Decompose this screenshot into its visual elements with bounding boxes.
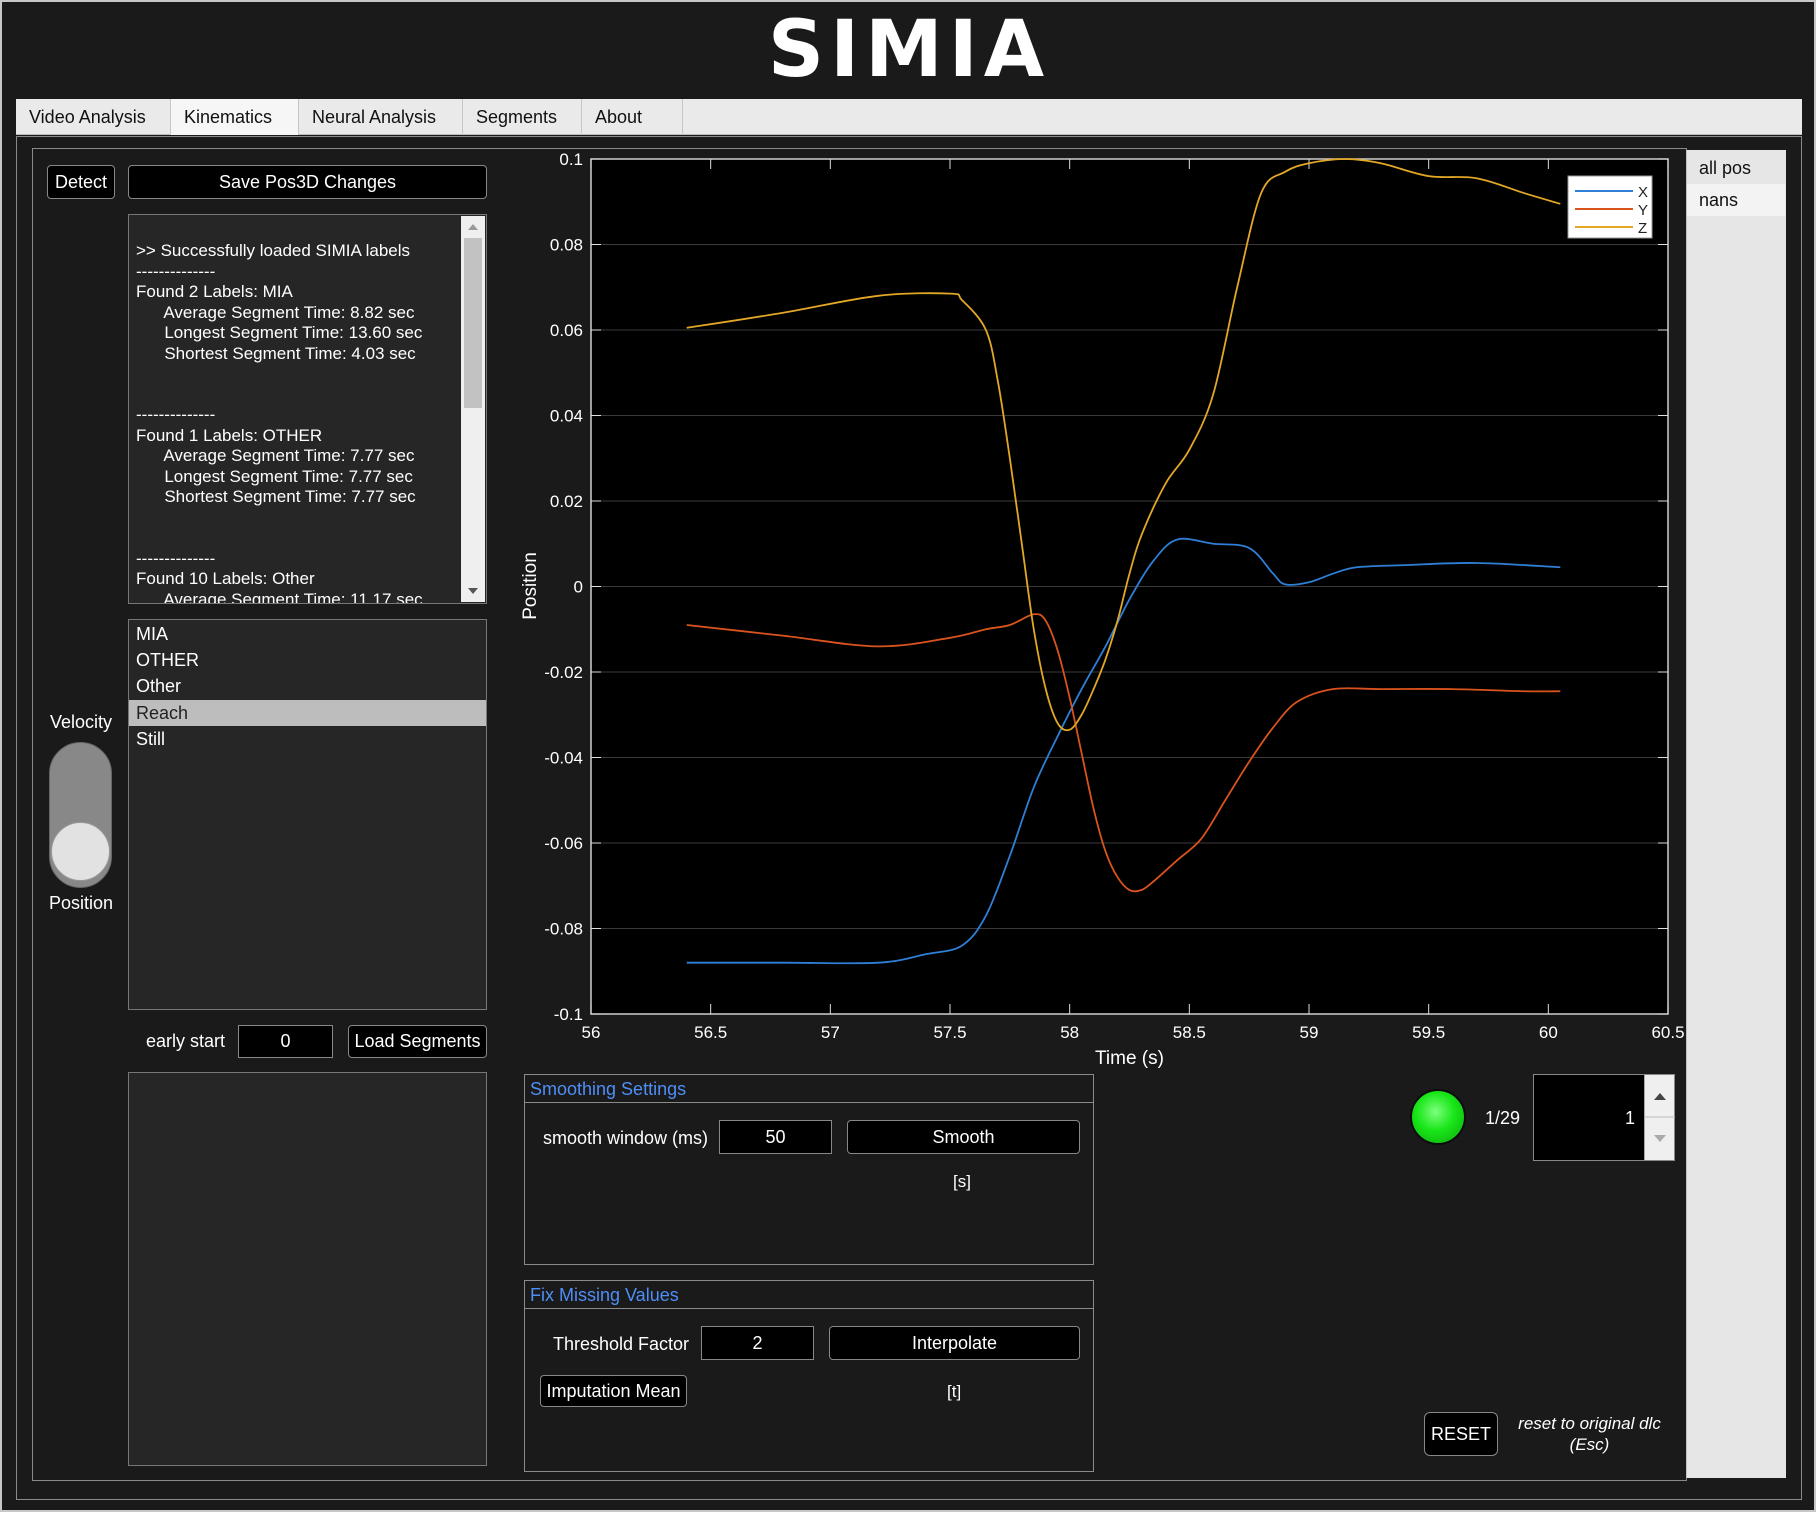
legend-label: Z <box>1638 220 1647 237</box>
tab-kinematics[interactable]: Kinematics <box>171 99 299 135</box>
log-text: >> Successfully loaded SIMIA labels ----… <box>136 241 423 604</box>
reset-note-line1: reset to original dlc <box>1518 1414 1661 1433</box>
y-tick-label: 0.06 <box>550 321 583 340</box>
interpolate-button[interactable]: Interpolate <box>829 1326 1080 1360</box>
legend-label: X <box>1638 184 1648 201</box>
scrollbar-arrows <box>464 224 482 594</box>
x-tick-label: 59 <box>1300 1023 1319 1042</box>
log-scrollbar[interactable] <box>461 216 485 602</box>
trial-counter: 1/29 <box>1485 1108 1521 1128</box>
view-selector-list[interactable]: all pos nans <box>1686 150 1786 1478</box>
y-tick-label: 0.1 <box>559 150 583 169</box>
load-segments-button[interactable]: Load Segments <box>348 1025 487 1058</box>
x-tick-label: 60 <box>1539 1023 1558 1042</box>
tab-video-analysis[interactable]: Video Analysis <box>16 99 171 135</box>
log-output[interactable]: >> Successfully loaded SIMIA labels ----… <box>128 214 487 604</box>
x-tick-label: 57.5 <box>933 1023 966 1042</box>
reset-button[interactable]: RESET <box>1424 1412 1498 1456</box>
scroll-down-icon[interactable] <box>468 588 478 594</box>
label-list[interactable]: MIA OTHER Other Reach Still <box>128 619 487 1010</box>
x-tick-label: 57 <box>821 1023 840 1042</box>
position-chart[interactable]: 0.1 0.08 0.06 0.04 0.02 0 -0.02 -0.04 -0.06 -0.08… <box>515 150 1685 1070</box>
list-item[interactable]: Reach <box>129 700 486 726</box>
smoothing-settings-panel: Smoothing Settings smooth window (ms) 50… <box>524 1074 1094 1265</box>
app-title: SIMIA <box>767 5 1051 95</box>
velocity-label: Velocity <box>50 712 113 732</box>
list-item[interactable]: Other <box>129 673 486 699</box>
spinner-arrows <box>1645 1093 1675 1142</box>
spin-down-icon[interactable] <box>1654 1135 1666 1142</box>
x-tick-label: 56.5 <box>694 1023 727 1042</box>
list-item-nans[interactable]: nans <box>1687 184 1785 216</box>
legend-label: Y <box>1638 202 1648 219</box>
x-tick-label: 58.5 <box>1173 1023 1206 1042</box>
imputation-mean-button[interactable]: Imputation Mean <box>540 1375 687 1407</box>
y-tick-label: 0.04 <box>550 407 583 426</box>
spin-up-icon[interactable] <box>1654 1093 1666 1100</box>
fix-missing-values-panel: Fix Missing Values Threshold Factor 2 In… <box>524 1280 1094 1472</box>
smooth-button[interactable]: Smooth <box>847 1120 1080 1154</box>
segments-list[interactable] <box>128 1072 487 1466</box>
y-axis-label: Position <box>520 552 541 620</box>
list-item-all-pos[interactable]: all pos <box>1687 152 1785 184</box>
scroll-up-icon[interactable] <box>468 224 478 230</box>
spinner-buttons[interactable] <box>1644 1075 1675 1160</box>
y-tick-label: -0.1 <box>554 1005 583 1024</box>
x-tick-label: 56 <box>582 1023 601 1042</box>
y-tick-label: -0.08 <box>544 920 583 939</box>
early-start-label: early start <box>146 1031 226 1051</box>
tab-neural-analysis[interactable]: Neural Analysis <box>299 99 463 135</box>
smooth-window-label: smooth window (ms) <box>543 1128 709 1148</box>
list-item[interactable]: Still <box>129 726 486 752</box>
x-axis-label: Time (s) <box>1095 1048 1164 1069</box>
scroll-thumb[interactable] <box>464 238 482 408</box>
save-pos3d-button[interactable]: Save Pos3D Changes <box>128 165 487 199</box>
threshold-factor-label: Threshold Factor <box>553 1334 690 1354</box>
y-tick-label: -0.02 <box>544 663 583 682</box>
position-label: Position <box>49 893 114 913</box>
y-tick-label: 0 <box>574 578 583 597</box>
x-tick-label: 59.5 <box>1412 1023 1445 1042</box>
x-tick-label: 58 <box>1060 1023 1079 1042</box>
tab-bar: Video Analysis Kinematics Neural Analysi… <box>16 99 1802 135</box>
list-item[interactable]: OTHER <box>129 647 486 673</box>
list-item[interactable]: MIA <box>129 621 486 647</box>
y-tick-label: 0.08 <box>550 236 583 255</box>
toggle-knob[interactable] <box>51 822 110 881</box>
x-tick-label: 60.5 <box>1651 1023 1684 1042</box>
status-lamp <box>1410 1089 1466 1145</box>
tab-segments[interactable]: Segments <box>463 99 582 135</box>
fix-missing-values-title: Fix Missing Values <box>525 1281 1093 1309</box>
detect-button[interactable]: Detect <box>47 165 115 199</box>
smoothing-unit-note: [s] <box>953 1172 971 1191</box>
threshold-factor-input[interactable]: 2 <box>701 1326 814 1360</box>
y-tick-label: 0.02 <box>550 492 583 511</box>
y-tick-label: -0.04 <box>544 749 583 768</box>
fix-missing-note: [t] <box>947 1382 962 1401</box>
reset-note-line2: (Esc) <box>1569 1435 1610 1454</box>
chart-legend: XYZ <box>1567 175 1653 239</box>
smoothing-settings-title: Smoothing Settings <box>525 1075 1093 1103</box>
smooth-window-input[interactable]: 50 <box>719 1120 832 1154</box>
early-start-input[interactable]: 0 <box>238 1025 333 1058</box>
tab-about[interactable]: About <box>582 99 683 135</box>
y-tick-label: -0.06 <box>544 834 583 853</box>
trial-spinner-value: 1 <box>1624 1108 1635 1128</box>
